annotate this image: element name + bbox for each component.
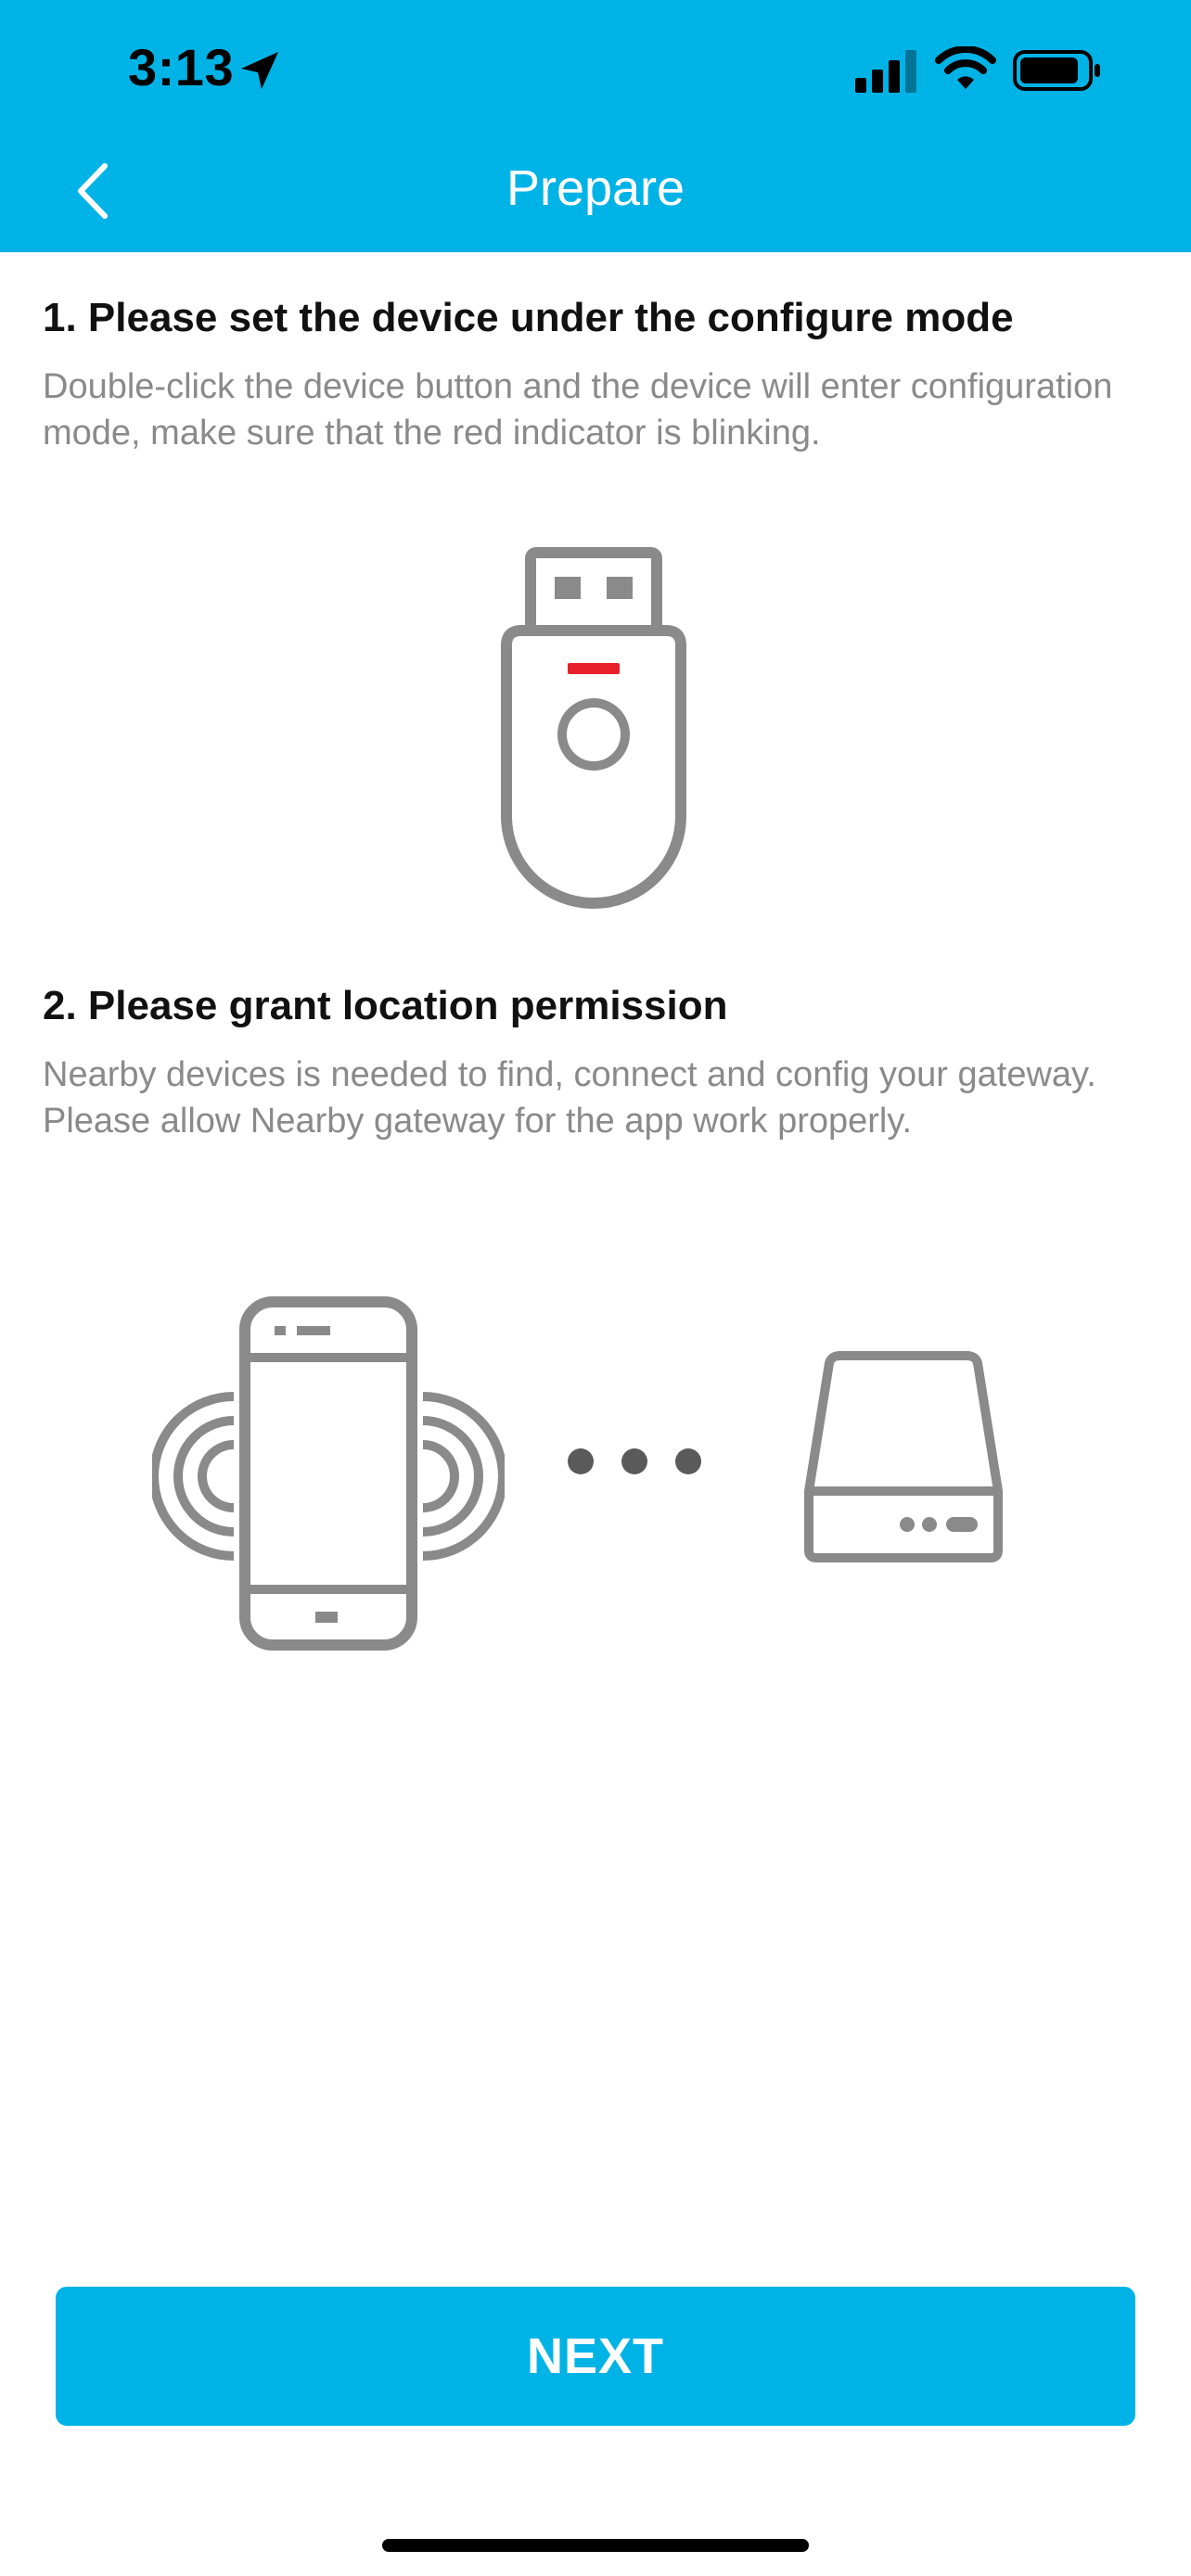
cellular-signal-icon	[855, 50, 916, 93]
step-2-title: 2. Please grant location permission	[43, 983, 728, 1028]
step-1-title: 1. Please set the device under the confi…	[43, 295, 1014, 340]
phone-icon	[152, 1296, 505, 1651]
location-arrow-icon	[241, 52, 278, 89]
header: 3:13 Prepare	[0, 0, 1191, 252]
wifi-icon	[935, 46, 996, 89]
status-time: 3:13	[128, 38, 235, 96]
next-button[interactable]: NEXT	[56, 2287, 1135, 2426]
connecting-dots-icon	[568, 1448, 701, 1474]
battery-icon	[1013, 50, 1100, 91]
gateway-device-icon	[804, 1351, 1003, 1562]
usb-dongle-icon	[501, 547, 686, 909]
step-2-description: Nearby devices is needed to find, connec…	[43, 1055, 1096, 1141]
step-1-description: Double-click the device button and the d…	[43, 367, 1113, 453]
page-title: Prepare	[506, 160, 685, 216]
prepare-screen: 3:13 Prepare 1. Please set the device un…	[0, 0, 1191, 2576]
home-indicator[interactable]	[382, 2539, 809, 2552]
